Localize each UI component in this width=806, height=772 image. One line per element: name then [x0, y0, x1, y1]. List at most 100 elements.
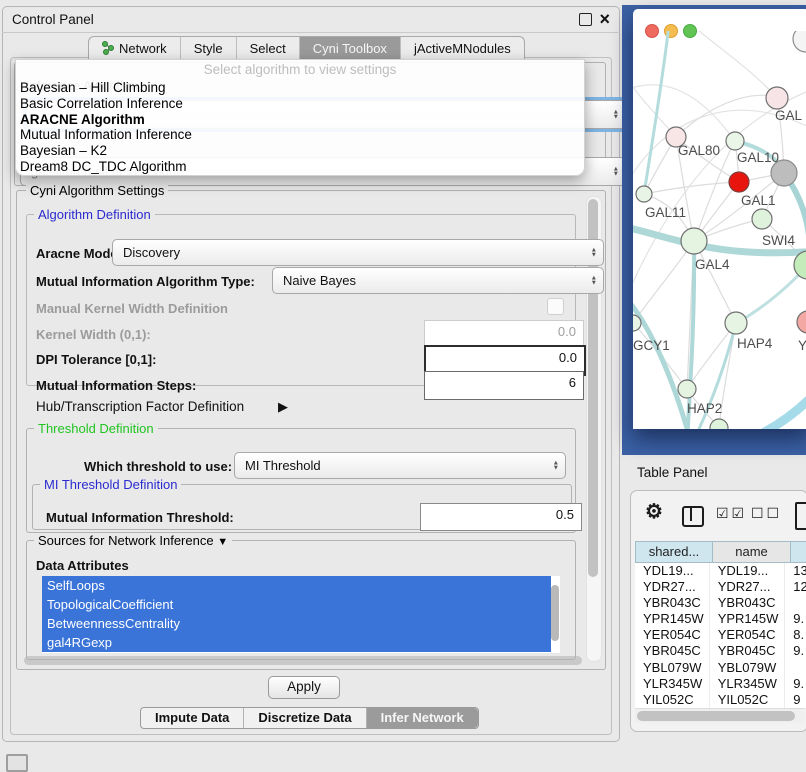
- aracne-mode-select[interactable]: Discovery ▲▼: [112, 239, 604, 266]
- select-all-columns-icon[interactable]: ☑☑: [716, 505, 747, 522]
- kernel-width-input[interactable]: 0.0: [424, 320, 584, 347]
- dropdown-item[interactable]: Dream8 DC_TDC Algorithm: [20, 159, 187, 174]
- network-node[interactable]: [797, 311, 806, 333]
- tab-cyni-toolbox[interactable]: Cyni Toolbox: [300, 37, 401, 59]
- table-cell: 9.: [785, 611, 806, 627]
- tab-label: Network: [119, 38, 167, 59]
- attribute-item[interactable]: BetweennessCentrality: [42, 614, 551, 633]
- tab-impute-data[interactable]: Impute Data: [141, 708, 244, 728]
- network-edge[interactable]: [693, 31, 777, 98]
- manual-kernel-label: Manual Kernel Width Definition: [36, 301, 228, 316]
- threshold-definition-title: Threshold Definition: [34, 421, 158, 436]
- table-header: shared...nameA: [635, 541, 806, 563]
- list-vscrollbar-thumb[interactable]: [551, 585, 559, 641]
- hub-definition-label: Hub/Transcription Factor Definition: [36, 399, 244, 414]
- table-row[interactable]: YBR043CYBR043C: [635, 595, 806, 611]
- new-table-icon[interactable]: [795, 502, 806, 530]
- table-rows: YDL19...YDL19...13YDR27...YDR27...12YBR0…: [635, 563, 806, 708]
- mi-type-select[interactable]: Naive Bayes ▲▼: [272, 267, 604, 294]
- table-cell: 9.: [785, 643, 806, 659]
- network-edge[interactable]: [633, 241, 694, 323]
- table-cell: 13: [785, 563, 806, 579]
- deselect-all-columns-icon[interactable]: ☐☐: [751, 505, 782, 522]
- table-cell: [785, 660, 806, 676]
- table-hscrollbar-thumb[interactable]: [637, 711, 795, 721]
- attribute-item[interactable]: SelfLoops: [42, 576, 551, 595]
- gear-icon[interactable]: ⚙: [645, 499, 663, 524]
- mi-threshold-title: MI Threshold Definition: [40, 477, 181, 492]
- combo-arrows-icon: ▲▼: [591, 247, 597, 258]
- network-node[interactable]: [729, 172, 749, 192]
- column-header[interactable]: A: [791, 541, 806, 563]
- network-edge[interactable]: [763, 387, 806, 429]
- tab-label: Cyni Toolbox: [313, 38, 387, 59]
- node-label: HAP2: [687, 401, 722, 416]
- attribute-item[interactable]: TopologicalCoefficient: [42, 595, 551, 614]
- cyni-settings-title: Cyni Algorithm Settings: [26, 183, 168, 198]
- network-icon: [102, 41, 114, 55]
- table-row[interactable]: YBL079WYBL079W: [635, 660, 806, 676]
- dropdown-item[interactable]: Bayesian – Hill Climbing: [20, 80, 166, 95]
- aracne-mode-value: Discovery: [123, 245, 180, 260]
- node-label: GAL80: [678, 143, 720, 158]
- network-edge[interactable]: [736, 265, 806, 323]
- float-panel-icon[interactable]: [579, 13, 592, 26]
- table-row[interactable]: YBR045CYBR045C9.: [635, 643, 806, 659]
- table-cell: 8.: [785, 627, 806, 643]
- table-row[interactable]: YPR145WYPR145W9.: [635, 611, 806, 627]
- table-row[interactable]: YDL19...YDL19...13: [635, 563, 806, 579]
- node-label: SWI4: [762, 233, 795, 248]
- mi-steps-input[interactable]: 6: [424, 371, 584, 400]
- tab-style[interactable]: Style: [181, 37, 237, 59]
- dropdown-item[interactable]: ARACNE Algorithm: [20, 112, 145, 127]
- dropdown-item[interactable]: Basic Correlation Inference: [20, 96, 183, 111]
- collapse-arrow-icon[interactable]: ▼: [217, 536, 228, 548]
- network-node[interactable]: [793, 31, 806, 52]
- tab-jactivemnodules[interactable]: jActiveMNodules: [401, 37, 524, 59]
- dropdown-item[interactable]: Bayesian – K2: [20, 143, 107, 158]
- expand-arrow-icon[interactable]: ▶: [278, 399, 288, 415]
- network-node[interactable]: [678, 380, 696, 398]
- network-node[interactable]: [766, 87, 788, 109]
- algorithm-dropdown-popup: Select algorithm to view settings Bayesi…: [15, 59, 585, 176]
- node-label: GAL1: [741, 193, 776, 208]
- node-label: Y: [798, 338, 806, 353]
- table-cell: YDR27...: [635, 579, 710, 595]
- table-row[interactable]: YER054CYER054C8.: [635, 627, 806, 643]
- network-node[interactable]: [636, 186, 652, 202]
- tab-network[interactable]: Network: [89, 37, 181, 59]
- column-header[interactable]: name: [713, 541, 791, 563]
- table-row[interactable]: YDR27...YDR27...12: [635, 579, 806, 595]
- network-node[interactable]: [681, 228, 707, 254]
- dropdown-placeholder: Select algorithm to view settings: [16, 62, 584, 77]
- dropdown-item[interactable]: Mutual Information Inference: [20, 127, 192, 142]
- mi-threshold-input[interactable]: 0.5: [420, 503, 582, 531]
- network-canvas[interactable]: GALGAL80GAL10GAL11GAL1SWI4GAL4GCY1HAP4YH…: [633, 31, 806, 429]
- network-edge[interactable]: [633, 299, 693, 429]
- node-label: GAL: [775, 108, 803, 123]
- tab-select[interactable]: Select: [237, 37, 300, 59]
- combo-arrows-icon: ▲▼: [613, 166, 619, 177]
- network-node[interactable]: [752, 209, 772, 229]
- table-cell: YBL079W: [635, 660, 710, 676]
- combo-arrows-icon: ▲▼: [553, 460, 559, 471]
- panel-title: Control Panel: [12, 12, 94, 27]
- table-row[interactable]: YIL052CYIL052C9: [635, 692, 806, 708]
- control-panel-titlebar: Control Panel ×: [2, 6, 618, 33]
- table-hscrollbar[interactable]: [635, 708, 805, 723]
- corner-widget-icon[interactable]: [6, 754, 28, 772]
- data-attributes-list[interactable]: SelfLoopsTopologicalCoefficientBetweenne…: [42, 576, 560, 653]
- table-row[interactable]: YLR345WYLR345W9.: [635, 676, 806, 692]
- apply-button[interactable]: Apply: [268, 676, 340, 699]
- tab-discretize-data[interactable]: Discretize Data: [244, 708, 366, 728]
- attribute-item[interactable]: gal4RGexp: [42, 633, 551, 652]
- network-node[interactable]: [725, 312, 747, 334]
- column-header[interactable]: shared...: [635, 541, 713, 563]
- network-node[interactable]: [726, 132, 744, 150]
- tab-infer-network[interactable]: Infer Network: [367, 708, 478, 728]
- close-icon[interactable]: ×: [599, 7, 610, 31]
- aracne-mode-label: Aracne Mode:: [36, 246, 122, 261]
- which-threshold-select[interactable]: MI Threshold ▲▼: [234, 452, 566, 479]
- manual-kernel-checkbox[interactable]: [547, 298, 564, 315]
- column-browser-icon[interactable]: [682, 506, 704, 527]
